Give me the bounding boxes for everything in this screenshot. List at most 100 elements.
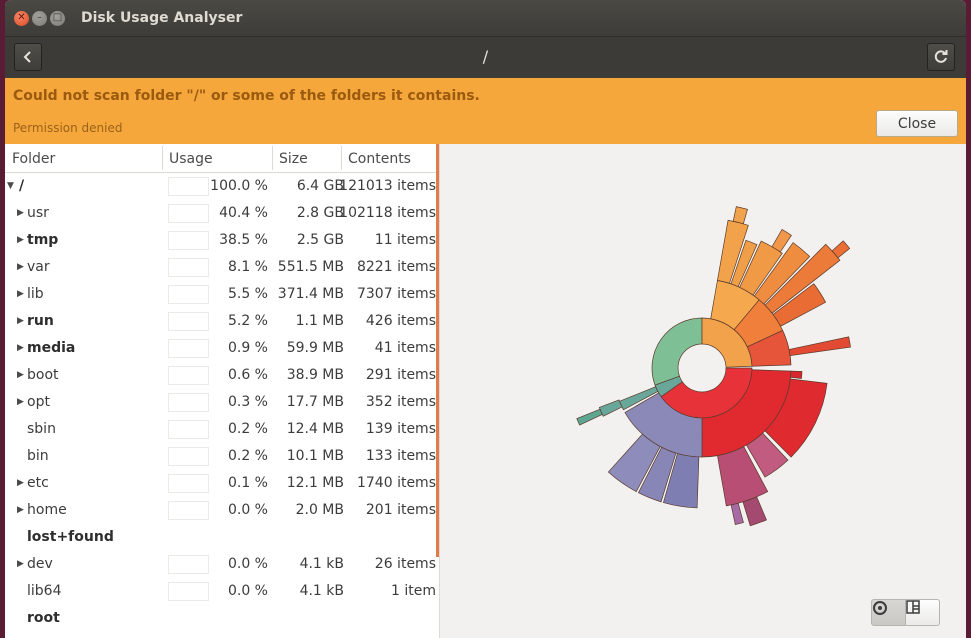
tree-row[interactable]: ▶ opt 0.3 % 17.7 MB 352 items	[5, 389, 436, 416]
tree-row[interactable]: ▼/ 100.0 % 6.4 GB 121013 items	[5, 173, 436, 200]
ring-chart-view-button[interactable]	[871, 599, 906, 626]
column-separator	[162, 146, 163, 170]
usage-bar	[168, 339, 209, 358]
folder-name: usr	[27, 205, 49, 221]
folder-contents: 102118 items	[339, 205, 436, 221]
treemap-icon	[906, 600, 920, 614]
folder-contents: 11 items	[374, 232, 436, 248]
usage-bar	[168, 447, 209, 466]
window-maximize-button[interactable]: □	[50, 10, 65, 26]
folder-name: home	[27, 502, 67, 518]
current-path-label: /	[482, 47, 489, 66]
usage-bar	[168, 258, 209, 277]
window-minimize-button[interactable]: –	[32, 10, 47, 26]
tree-row[interactable]: ▶ dev 0.0 % 4.1 kB 26 items	[5, 551, 436, 578]
folder-contents: 1740 items	[356, 475, 436, 491]
tree-row[interactable]: sbin 0.2 % 12.4 MB 139 items	[5, 416, 436, 443]
folder-contents: 7307 items	[356, 286, 436, 302]
folder-name: var	[27, 259, 50, 275]
expander-open-icon[interactable]: ▼	[7, 181, 17, 191]
tree-row[interactable]: bin 0.2 % 10.1 MB 133 items	[5, 443, 436, 470]
error-infobar: Could not scan folder "/" or some of the…	[5, 78, 966, 144]
folder-contents: 121013 items	[339, 178, 436, 194]
folder-size: 2.0 MB	[295, 502, 344, 518]
tree-row[interactable]: ▶ home 0.0 % 2.0 MB 201 items	[5, 497, 436, 524]
tree-header: Folder Usage Size Contents	[5, 144, 436, 173]
usage-bar	[168, 204, 209, 223]
tree-row[interactable]: ▶ run 5.2 % 1.1 MB 426 items	[5, 308, 436, 335]
column-header-contents[interactable]: Contents	[348, 151, 411, 167]
tree-row[interactable]: lib64 0.0 % 4.1 kB 1 item	[5, 578, 436, 605]
expander-closed-icon[interactable]: ▶	[17, 262, 27, 272]
usage-percent: 0.0 %	[227, 583, 268, 599]
folder-contents: 139 items	[365, 421, 436, 437]
folder-name: opt	[27, 394, 50, 410]
refresh-button[interactable]	[927, 43, 955, 71]
tree-row[interactable]: ▶ usr 40.4 % 2.8 GB 102118 items	[5, 200, 436, 227]
ring-segment-child[interactable]	[598, 399, 623, 417]
tree-row[interactable]: lost+found	[5, 524, 436, 551]
ring-segment-child[interactable]	[732, 206, 748, 225]
column-header-size[interactable]: Size	[279, 151, 308, 167]
column-header-usage[interactable]: Usage	[169, 151, 213, 167]
tree-row[interactable]: ▶ boot 0.6 % 38.9 MB 291 items	[5, 362, 436, 389]
folder-contents: 26 items	[374, 556, 436, 572]
expander-closed-icon[interactable]: ▶	[17, 235, 27, 245]
folder-size: 371.4 MB	[277, 286, 344, 302]
expander-closed-icon[interactable]: ▶	[17, 370, 27, 380]
refresh-icon	[934, 50, 948, 63]
folder-contents: 8221 items	[356, 259, 436, 275]
folder-size: 17.7 MB	[286, 394, 344, 410]
ring-segment-tmp[interactable]	[651, 317, 703, 386]
treemap-view-button[interactable]	[905, 599, 940, 626]
tree-row[interactable]: ▶ etc 0.1 % 12.1 MB 1740 items	[5, 470, 436, 497]
expander-closed-icon[interactable]: ▶	[17, 505, 27, 515]
usage-percent: 5.5 %	[227, 286, 268, 302]
usage-percent: 0.6 %	[227, 367, 268, 383]
folder-size: 551.5 MB	[277, 259, 344, 275]
tree-row[interactable]: ▶ tmp 38.5 % 2.5 GB 11 items	[5, 227, 436, 254]
expander-closed-icon[interactable]: ▶	[17, 289, 27, 299]
folder-name: dev	[27, 556, 53, 572]
usage-bar	[168, 393, 209, 412]
tree-row[interactable]: ▶ var 8.1 % 551.5 MB 8221 items	[5, 254, 436, 281]
folder-name: lib	[27, 286, 44, 302]
folder-size: 1.1 MB	[295, 313, 344, 329]
ring-segment-child[interactable]	[742, 496, 767, 527]
folder-name: etc	[27, 475, 49, 491]
ring-segment-child[interactable]	[790, 370, 803, 379]
folder-size: 12.1 MB	[286, 475, 344, 491]
ring-chart-panel	[439, 144, 966, 638]
ring-segment-child[interactable]	[730, 502, 744, 525]
folder-size: 12.4 MB	[286, 421, 344, 437]
window-close-button[interactable]: ✕	[14, 10, 29, 26]
tree-row[interactable]: root	[5, 605, 436, 632]
folder-contents: 133 items	[365, 448, 436, 464]
folder-contents: 1 item	[391, 583, 436, 599]
tree-row[interactable]: ▶ lib 5.5 % 371.4 MB 7307 items	[5, 281, 436, 308]
ring-chart[interactable]	[440, 144, 966, 594]
usage-percent: 0.3 %	[227, 394, 268, 410]
folder-size: 10.1 MB	[286, 448, 344, 464]
folder-contents: 352 items	[365, 394, 436, 410]
ring-segment-child[interactable]	[576, 408, 603, 426]
expander-closed-icon[interactable]: ▶	[17, 397, 27, 407]
usage-bar	[168, 474, 209, 493]
expander-closed-icon[interactable]: ▶	[17, 559, 27, 569]
folder-contents: 291 items	[365, 367, 436, 383]
usage-bar	[168, 366, 209, 385]
column-header-folder[interactable]: Folder	[12, 151, 55, 167]
usage-percent: 40.4 %	[219, 205, 268, 221]
folder-tree: Folder Usage Size Contents ▼/ 100.0 % 6.4 …	[5, 144, 439, 638]
folder-size: 2.5 GB	[296, 232, 344, 248]
expander-closed-icon[interactable]: ▶	[17, 478, 27, 488]
ring-segment-child[interactable]	[788, 336, 851, 357]
expander-closed-icon[interactable]: ▶	[17, 343, 27, 353]
expander-closed-icon[interactable]: ▶	[17, 208, 27, 218]
folder-size: 6.4 GB	[296, 178, 344, 194]
usage-bar	[168, 231, 209, 250]
expander-closed-icon[interactable]: ▶	[17, 316, 27, 326]
tree-row[interactable]: ▶ media 0.9 % 59.9 MB 41 items	[5, 335, 436, 362]
column-separator	[341, 146, 342, 170]
infobar-close-button[interactable]: Close	[876, 110, 958, 137]
